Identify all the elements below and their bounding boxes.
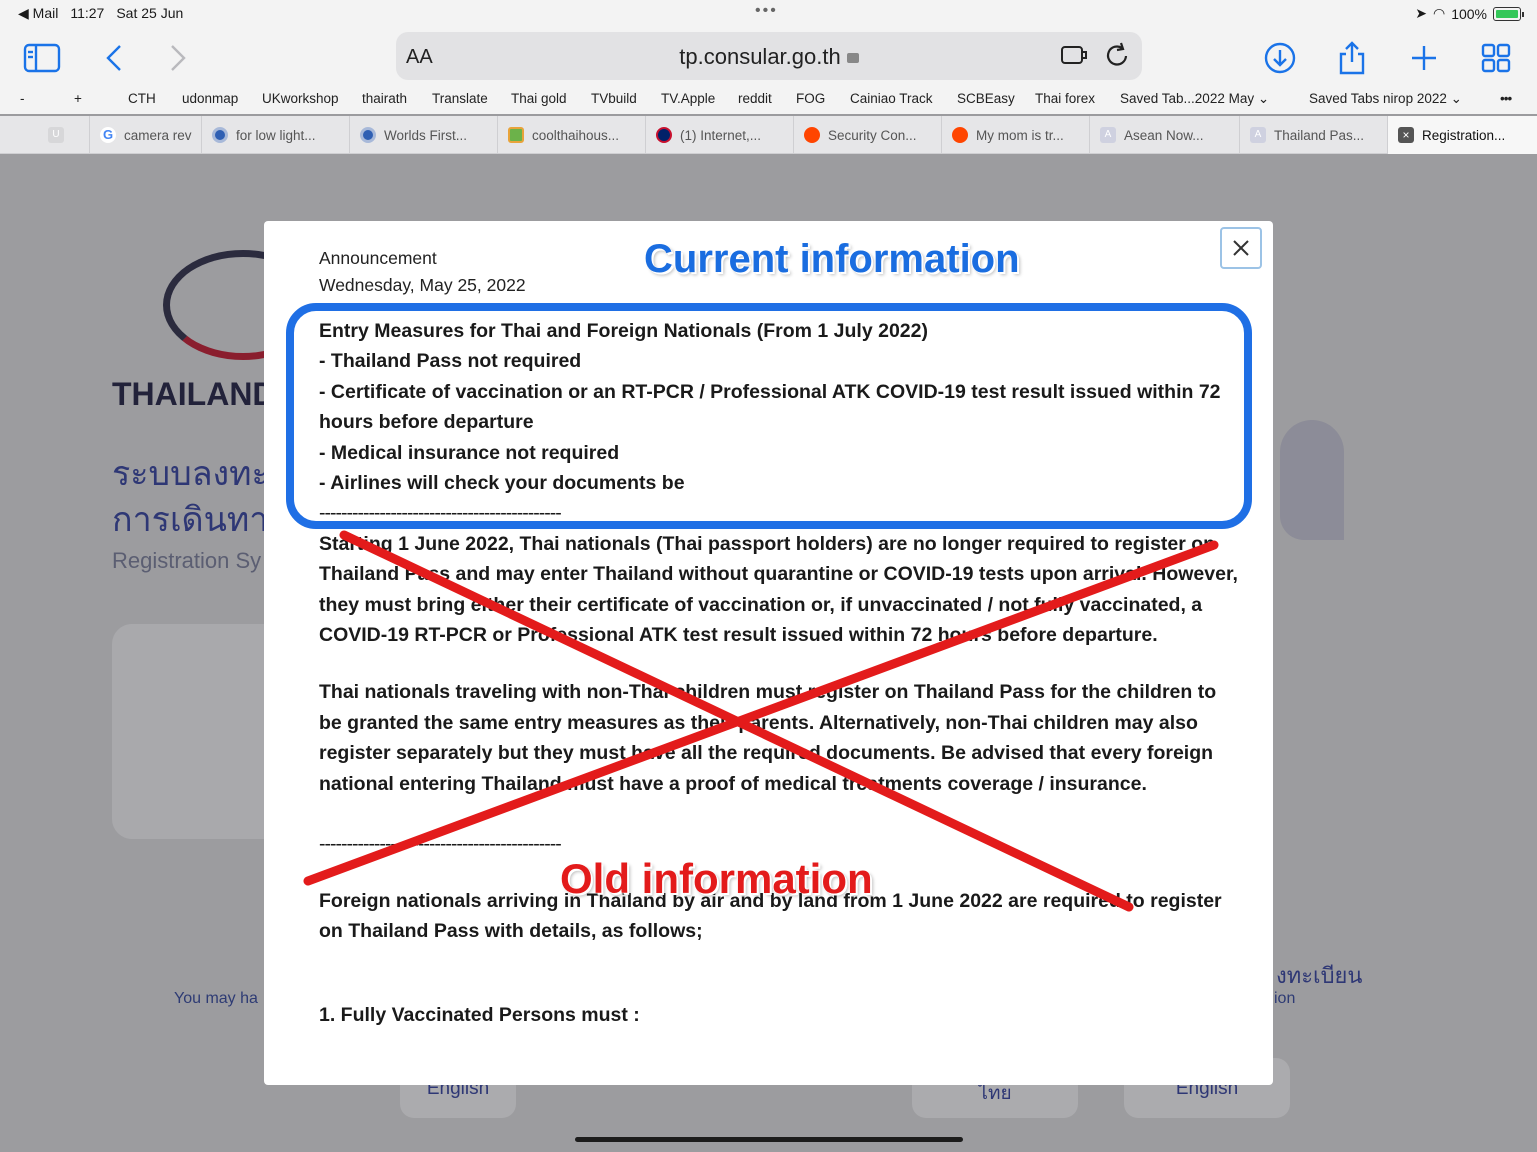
tab-favicon-icon: U — [48, 127, 64, 143]
tab-label: for low light... — [236, 127, 316, 143]
back-to-mail-link[interactable]: ◀ Mail — [18, 5, 58, 22]
bookmark-item[interactable]: Cainiao Track — [850, 91, 933, 106]
current-info-highlight-box — [286, 303, 1252, 529]
multitasking-dots-icon[interactable]: ••• — [755, 2, 778, 20]
old-paragraph-4: 1. Fully Vaccinated Persons must : — [319, 1004, 640, 1027]
old-information-label: Old information — [560, 855, 873, 902]
bookmark-item[interactable]: Translate — [432, 91, 488, 106]
bookmark-item[interactable]: Thai gold — [511, 91, 567, 106]
old-paragraph-2: Thai nationals traveling with non-Thai c… — [319, 681, 1217, 795]
decorative-shape — [1280, 420, 1344, 540]
downloads-icon[interactable] — [1260, 38, 1300, 78]
wifi-icon: ◠ — [1432, 5, 1446, 21]
tab[interactable]: A Asean Now... — [1090, 116, 1240, 154]
announcement-date: Wednesday, May 25, 2022 — [319, 275, 526, 295]
tab[interactable]: Security Con... — [794, 116, 942, 154]
tab[interactable]: Worlds First... — [350, 116, 498, 154]
old-paragraph-1: Starting 1 June 2022, Thai nationals (Th… — [319, 532, 1238, 647]
more-bookmarks-icon[interactable]: ••• — [1500, 91, 1512, 106]
bookmark-item[interactable]: CTH — [128, 91, 156, 106]
sidebar-toggle-icon[interactable] — [22, 38, 62, 78]
reddit-favicon-icon — [952, 127, 968, 143]
forward-arrow-icon[interactable] — [158, 38, 198, 78]
back-arrow-icon[interactable] — [94, 38, 134, 78]
announcement-title: Announcement — [319, 248, 437, 268]
chevron-down-icon: ⌄ — [1450, 91, 1462, 106]
close-tab-icon[interactable]: × — [1398, 127, 1414, 143]
tab-label: coolthaihous... — [532, 127, 620, 143]
bookmark-item[interactable]: FOG — [796, 91, 825, 106]
bookmark-item[interactable]: thairath — [362, 91, 407, 106]
tab-favicon-icon — [508, 127, 524, 143]
status-time: 11:27 — [70, 5, 105, 21]
tab[interactable]: G camera rev — [90, 116, 202, 154]
page-title-thai-line2: การเดินทา — [112, 501, 269, 539]
bookmark-item[interactable]: SCBEasy — [957, 91, 1015, 106]
tab[interactable]: for low light... — [202, 116, 350, 154]
google-favicon-icon: G — [100, 127, 116, 143]
announcement-modal: Announcement Wednesday, May 25, 2022 Ent… — [264, 221, 1273, 1085]
tab-label: camera rev — [124, 127, 192, 143]
tab-overview-icon[interactable] — [1476, 38, 1516, 78]
uk-flag-favicon-icon — [656, 127, 672, 143]
bookmark-item[interactable]: reddit — [738, 91, 772, 106]
status-bar: ◀ Mail 11:27 Sat 25 Jun ••• ➤ ◠ 100% — [0, 0, 1537, 28]
browser-toolbar: AA tp.consular.go.th — [0, 28, 1537, 88]
home-indicator[interactable] — [575, 1137, 963, 1142]
bookmark-item[interactable]: + — [74, 91, 82, 106]
tab[interactable]: My mom is tr... — [942, 116, 1090, 154]
location-icon: ➤ — [1415, 5, 1427, 21]
tab-bar: U G camera rev for low light... Worlds F… — [0, 116, 1537, 154]
bookmark-item[interactable]: TVbuild — [591, 91, 637, 106]
chevron-down-icon: ⌄ — [1257, 91, 1270, 106]
address-bar[interactable]: AA tp.consular.go.th — [396, 32, 1142, 80]
tab-favicon-icon: A — [1250, 127, 1266, 143]
current-information-label: Current information — [644, 237, 1020, 281]
tab-label: Asean Now... — [1124, 127, 1204, 143]
extension-icon[interactable] — [1060, 43, 1088, 67]
bookmark-folder-label: Saved Tab...2022 May — [1120, 91, 1255, 106]
background-note: You may ha — [174, 990, 258, 1007]
tab-active[interactable]: × Registration... — [1388, 116, 1537, 154]
bookmark-folder-item[interactable]: Saved Tab...2022 May ⌄ — [1120, 91, 1269, 107]
reload-icon[interactable] — [1104, 41, 1130, 69]
tab[interactable]: A Thailand Pas... — [1240, 116, 1388, 154]
tab-label: My mom is tr... — [976, 127, 1064, 143]
bookmark-item[interactable]: udonmap — [182, 91, 238, 106]
background-register-heading: งทะเบียน — [1276, 963, 1363, 988]
new-tab-plus-icon[interactable] — [1404, 38, 1444, 78]
bookmark-folder-label: Saved Tabs nirop 2022 — [1309, 91, 1447, 106]
tab-label: (1) Internet,... — [680, 127, 762, 143]
announcement-header: Announcement Wednesday, May 25, 2022 — [319, 245, 526, 299]
bookmark-item[interactable]: - — [20, 91, 25, 106]
tab-favicon-icon — [360, 127, 376, 143]
page-subtitle: Registration Sy — [112, 548, 262, 573]
brand-name: THAILAND — [112, 376, 276, 412]
url-text[interactable]: tp.consular.go.th — [679, 44, 840, 69]
battery-percent: 100% — [1451, 5, 1487, 22]
tab-favicon-icon: A — [1100, 127, 1116, 143]
tab-label: Thailand Pas... — [1274, 127, 1365, 143]
status-date: Sat 25 Jun — [116, 5, 184, 21]
tab-label: Registration... — [1422, 127, 1506, 143]
bookmark-item[interactable]: TV.Apple — [661, 91, 715, 106]
battery-icon — [1493, 6, 1524, 21]
reddit-favicon-icon — [804, 127, 820, 143]
bookmark-item[interactable]: UKworkshop — [262, 91, 339, 106]
bookmark-item[interactable]: Thai forex — [1035, 91, 1095, 106]
tab[interactable]: U — [38, 116, 90, 154]
background-register-note: ion — [1274, 990, 1296, 1007]
tab-label: Security Con... — [828, 127, 917, 143]
tab[interactable]: coolthaihous... — [498, 116, 646, 154]
favorites-bar: - + CTH udonmap UKworkshop thairath Tran… — [0, 88, 1537, 114]
close-button[interactable] — [1220, 227, 1262, 269]
tab-favicon-icon — [212, 127, 228, 143]
tab-label: Worlds First... — [384, 127, 468, 143]
share-icon[interactable] — [1332, 38, 1372, 78]
close-icon — [1233, 240, 1249, 256]
lock-icon — [846, 53, 859, 63]
tab[interactable]: (1) Internet,... — [646, 116, 794, 154]
bookmark-folder-item[interactable]: Saved Tabs nirop 2022 ⌄ — [1309, 91, 1462, 107]
